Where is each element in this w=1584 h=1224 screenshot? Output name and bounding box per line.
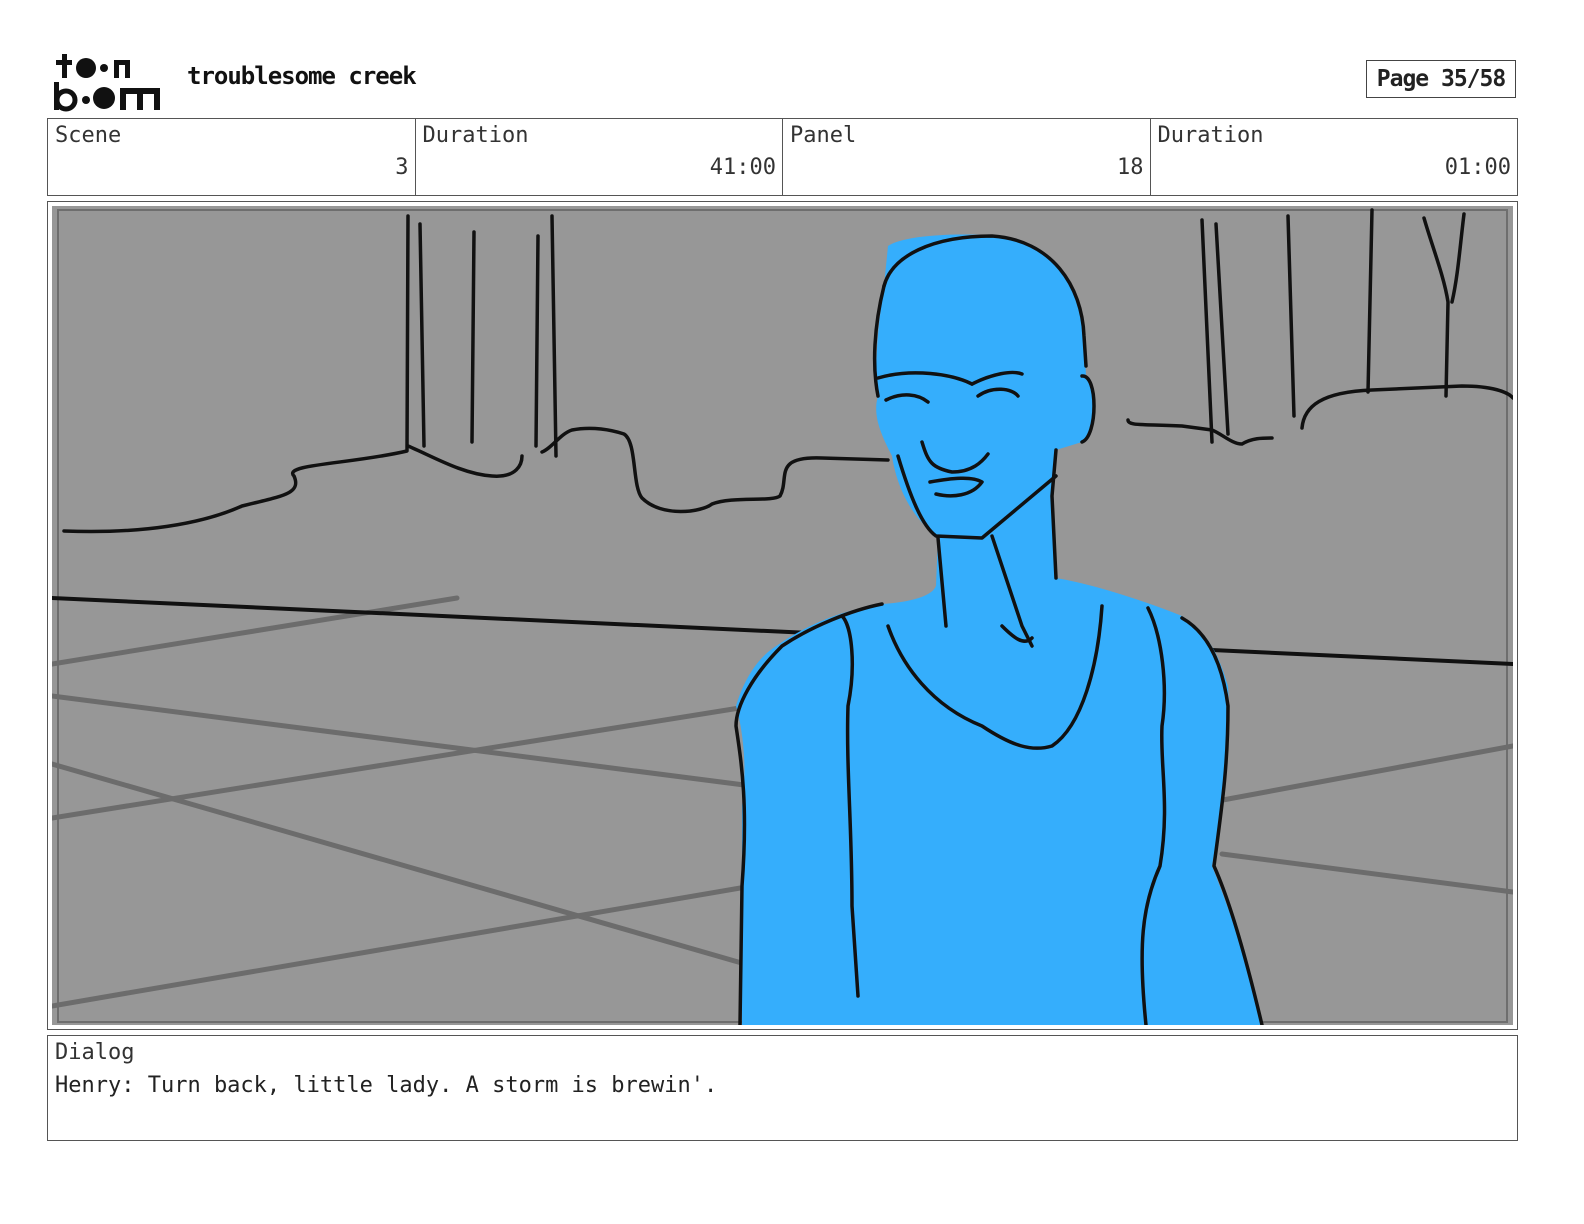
scene-duration-cell: Duration 41:00 [416, 119, 783, 195]
page-indicator: Page 35/58 [1366, 60, 1516, 98]
panel-value: 18 [1117, 155, 1144, 180]
scene-duration-value: 41:00 [709, 155, 776, 180]
scene-label: Scene [55, 123, 122, 148]
toon-boom-logo [52, 50, 164, 112]
storyboard-sketch [52, 206, 1513, 1025]
panel-duration-value: 01:00 [1444, 155, 1511, 180]
panel-duration-cell: Duration 01:00 [1151, 119, 1518, 195]
scene-value: 3 [395, 155, 409, 180]
dialog-label: Dialog [55, 1040, 135, 1065]
scene-duration-label: Duration [422, 123, 529, 148]
scene-cell: Scene 3 [48, 119, 416, 195]
dialog-box: Dialog Henry: Turn back, little lady. A … [47, 1035, 1518, 1141]
panel-info-row: Scene 3 Duration 41:00 Panel 18 Duration… [47, 118, 1518, 196]
storyboard-frame [47, 201, 1518, 1030]
panel-duration-label: Duration [1157, 123, 1264, 148]
project-title: troublesome creek [187, 62, 417, 90]
panel-cell: Panel 18 [783, 119, 1151, 195]
panel-label: Panel [790, 123, 857, 148]
dialog-text: Henry: Turn back, little lady. A storm i… [55, 1073, 718, 1098]
